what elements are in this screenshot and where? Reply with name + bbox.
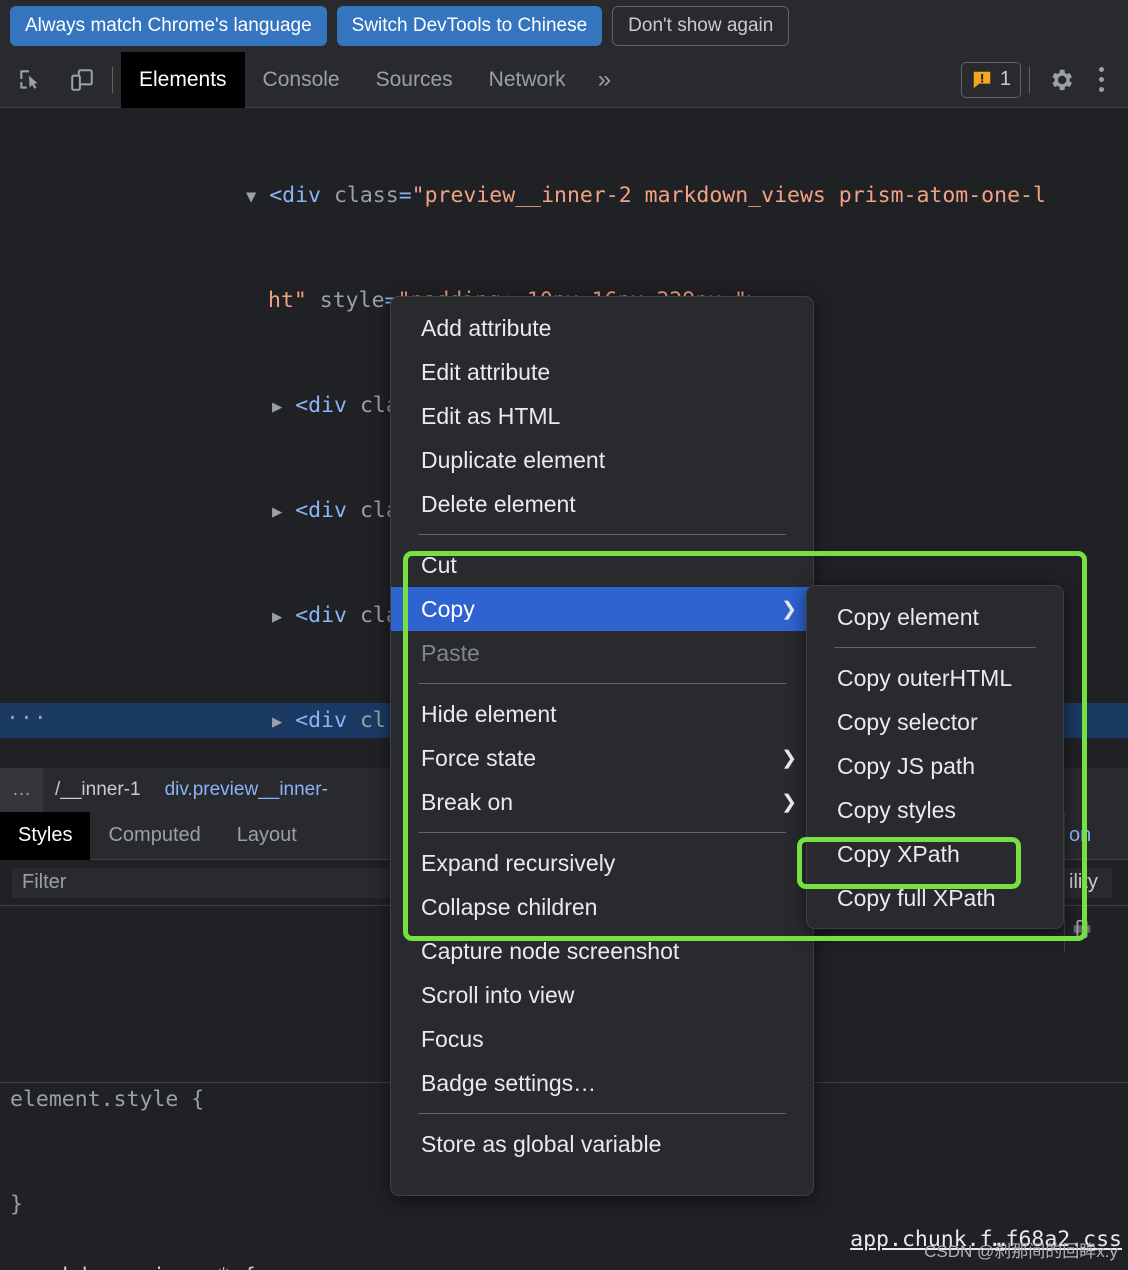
devtools-toolbar: Elements Console Sources Network » 1	[0, 51, 1128, 108]
submenu-item-copy-outerhtml[interactable]: Copy outerHTML	[807, 656, 1063, 700]
warning-count: 1	[999, 68, 1011, 90]
inspect-element-icon[interactable]	[8, 58, 52, 102]
warning-badge-icon[interactable]: 1	[960, 61, 1021, 98]
kebab-menu-icon[interactable]	[1084, 57, 1118, 103]
menu-item-expand-recursively[interactable]: Expand recursively	[391, 841, 813, 885]
menu-item-paste: Paste	[421, 639, 480, 666]
menu-item-break-on-label: Break on	[421, 788, 514, 815]
chevron-right-icon: ❯	[781, 598, 797, 620]
menu-item-delete-element[interactable]: Delete element	[391, 482, 813, 526]
menu-separator	[418, 832, 786, 833]
menu-item-copy[interactable]: Copy ❯	[391, 587, 813, 631]
toolbar-divider-2	[1029, 66, 1030, 93]
toolbar-right-actions: 1	[960, 57, 1128, 103]
menu-separator	[418, 1113, 786, 1114]
tab-network[interactable]: Network	[471, 52, 584, 108]
submenu-item-copy-element[interactable]: Copy element	[807, 595, 1063, 639]
switch-to-chinese-button[interactable]: Switch DevTools to Chinese	[336, 6, 603, 46]
more-tabs-chevron-icon[interactable]: »	[584, 52, 625, 108]
tab-styles[interactable]: Styles	[0, 811, 91, 860]
breadcrumb-item-inner-1[interactable]: /__inner-1	[43, 768, 153, 812]
collapse-triangle-icon[interactable]: ▼	[246, 187, 256, 207]
menu-item-collapse-children[interactable]: Collapse children	[391, 885, 813, 929]
menu-item-capture-node-screenshot[interactable]: Capture node screenshot	[391, 929, 813, 973]
dont-show-again-button[interactable]: Don't show again	[612, 6, 790, 46]
device-toolbar-icon[interactable]	[60, 58, 104, 102]
breadcrumb-overflow[interactable]: …	[0, 768, 43, 812]
gear-icon[interactable]	[1038, 57, 1084, 103]
toolbar-divider	[112, 66, 113, 93]
submenu-item-copy-selector[interactable]: Copy selector	[807, 700, 1063, 744]
submenu-item-copy-js-path[interactable]: Copy JS path	[807, 744, 1063, 788]
chevron-right-icon: ❯	[781, 791, 797, 813]
menu-item-break-on[interactable]: Break on ❯	[391, 780, 813, 824]
right-edge-panel: on ility	[1064, 812, 1128, 952]
menu-separator	[418, 683, 786, 684]
menu-item-add-attribute[interactable]: Add attribute	[391, 306, 813, 350]
submenu-separator	[834, 647, 1036, 648]
menu-item-store-as-global-variable[interactable]: Store as global variable	[391, 1122, 813, 1166]
tab-sources[interactable]: Sources	[358, 52, 471, 108]
menu-item-duplicate-element[interactable]: Duplicate element	[391, 438, 813, 482]
menu-item-badge-settings[interactable]: Badge settings…	[391, 1061, 813, 1105]
menu-item-edit-attribute[interactable]: Edit attribute	[391, 350, 813, 394]
context-menu[interactable]: Add attribute Edit attribute Edit as HTM…	[390, 296, 814, 1196]
language-banner: Always match Chrome's language Switch De…	[0, 0, 1128, 52]
panel-tabs: Elements Console Sources Network »	[121, 51, 625, 108]
right-label-on[interactable]: on	[1065, 812, 1128, 860]
menu-item-force-state-label: Force state	[421, 744, 537, 771]
submenu-item-copy-xpath[interactable]: Copy XPath	[807, 832, 1063, 876]
right-label-ility: ility	[1065, 860, 1128, 906]
device-frame-icon[interactable]	[1065, 906, 1128, 952]
watermark: CSDN @刹那间的回眸x.y	[924, 1242, 1118, 1261]
menu-item-focus[interactable]: Focus	[391, 1017, 813, 1061]
copy-submenu[interactable]: Copy element Copy outerHTML Copy selecto…	[806, 585, 1064, 929]
menu-separator	[418, 534, 786, 535]
menu-item-hide-element[interactable]: Hide element	[391, 692, 813, 736]
breadcrumb-item-preview-inner[interactable]: div.preview__inner-	[153, 768, 340, 812]
always-match-language-button[interactable]: Always match Chrome's language	[10, 6, 327, 46]
dom-line[interactable]: ▼ <div class="preview__inner-2 markdown_…	[0, 178, 1128, 213]
devtools-window: Always match Chrome's language Switch De…	[0, 0, 1128, 1270]
chevron-right-icon: ❯	[781, 747, 797, 769]
menu-item-cut[interactable]: Cut	[391, 543, 813, 587]
menu-item-edit-as-html[interactable]: Edit as HTML	[391, 394, 813, 438]
tab-computed[interactable]: Computed	[90, 812, 218, 860]
css-selector[interactable]: .markdown_views *	[10, 1264, 243, 1270]
submenu-item-copy-full-xpath[interactable]: Copy full XPath	[807, 876, 1063, 920]
submenu-item-copy-styles[interactable]: Copy styles	[807, 788, 1063, 832]
css-selector[interactable]: element.style	[10, 1087, 178, 1112]
menu-item-scroll-into-view[interactable]: Scroll into view	[391, 973, 813, 1017]
tab-console[interactable]: Console	[245, 52, 358, 108]
menu-item-force-state[interactable]: Force state ❯	[391, 736, 813, 780]
tab-layout[interactable]: Layout	[219, 812, 315, 860]
tab-elements[interactable]: Elements	[121, 51, 245, 108]
menu-item-copy-label: Copy	[421, 595, 475, 622]
